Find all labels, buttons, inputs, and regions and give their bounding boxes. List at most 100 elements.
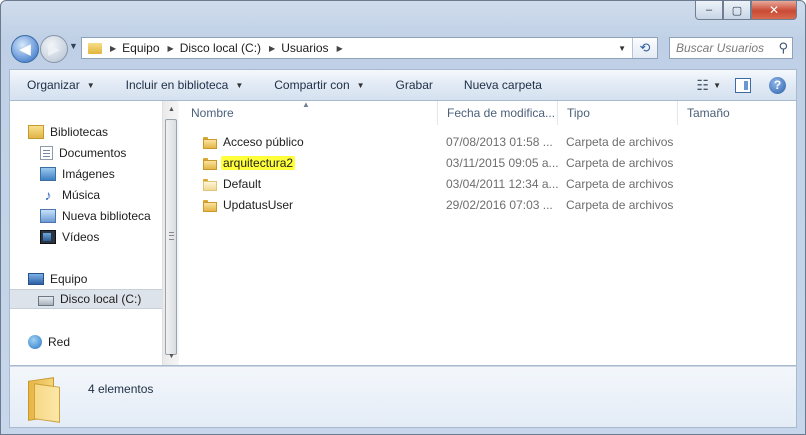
scroll-up-icon[interactable]: ▲ [163,101,180,118]
file-name: Default [223,177,262,191]
sidebar-item-label: Vídeos [62,230,100,244]
libraries-icon [28,125,44,139]
folder-icon [88,42,102,54]
table-row[interactable]: Default 03/04/2011 12:34 a... Carpeta de… [182,174,678,194]
view-options-dropdown[interactable]: ▼ [713,81,721,90]
search-input[interactable] [676,41,774,55]
sidebar-item-network[interactable]: Red [28,332,70,352]
sidebar-item-label: Disco local (C:) [60,292,142,306]
refresh-button[interactable]: ⟲ [632,38,657,58]
address-bar[interactable]: ▶ Equipo ▶ Disco local (C:) ▶ Usuarios ▶… [81,37,658,59]
view-options-icon[interactable]: ☷ [693,77,714,94]
include-library-button[interactable]: Incluir en biblioteca ▼ [109,78,258,92]
table-row[interactable]: Acceso público 07/08/2013 01:58 ... Carp… [182,132,678,152]
chevron-right-icon[interactable]: ▶ [337,44,343,53]
navigation-bar: ◀ ▶ ▼ ▶ Equipo ▶ Disco local (C:) ▶ Usua… [9,33,797,63]
sidebar-item-label: Equipo [50,272,88,286]
recent-pages-dropdown[interactable]: ▼ [69,41,78,51]
address-history-dropdown[interactable]: ▼ [612,44,632,53]
column-headers: ▲ Nombre Fecha de modifica... Tipo Tamañ… [182,100,796,125]
sidebar-item-new-library[interactable]: Nueva biblioteca [40,206,151,226]
back-button[interactable]: ◀ [11,35,39,63]
back-arrow-icon: ◀ [19,41,31,58]
file-name: Acceso público [223,135,304,149]
chevron-right-icon[interactable]: ▶ [168,44,174,53]
content-area: Bibliotecas Documentos Imágenes ♪ Música… [9,100,797,366]
drive-icon [38,296,54,306]
folder-icon [203,178,217,191]
table-row[interactable]: arquitectura2 03/11/2015 09:05 a... Carp… [182,153,678,173]
column-label: Tamaño [687,106,730,120]
folder-icon [203,136,217,149]
refresh-icon: ⟲ [639,40,651,55]
column-label: Fecha de modifica... [447,106,556,120]
close-button[interactable]: ✕ [751,1,797,20]
breadcrumb-computer[interactable]: Equipo [122,41,159,55]
new-folder-label: Nueva carpeta [463,78,542,92]
burn-label: Grabar [395,78,433,92]
sidebar-item-libraries[interactable]: Bibliotecas [28,122,108,142]
file-date: 03/11/2015 09:05 a... [446,156,558,170]
column-header-date[interactable]: Fecha de modifica... [438,101,558,125]
sidebar-item-label: Documentos [59,146,127,160]
scrollbar-thumb[interactable] [165,119,177,355]
new-folder-button[interactable]: Nueva carpeta [447,78,556,92]
file-name-cell: Default [182,177,438,191]
file-name: UpdatusUser [223,198,294,212]
file-type: Carpeta de archivos [566,156,674,170]
maximize-button[interactable]: ▢ [723,1,751,20]
search-icon[interactable]: ⚲ [778,40,788,56]
column-header-size[interactable]: Tamaño [678,101,758,125]
burn-button[interactable]: Grabar [379,78,447,92]
file-type: Carpeta de archivos [566,135,674,149]
toolbar-right: ☷ ▼ ? [693,76,796,94]
scroll-down-icon[interactable]: ▼ [163,348,180,365]
sidebar-item-computer[interactable]: Equipo [28,269,87,289]
preview-pane-icon[interactable] [735,77,751,93]
file-date: 03/04/2011 12:34 a... [446,177,558,191]
sidebar-item-label: Nueva biblioteca [62,209,151,223]
help-icon[interactable]: ? [769,76,786,94]
videos-icon [40,230,56,244]
share-label: Compartir con [274,78,350,92]
folder-icon [203,157,217,170]
chevron-right-icon[interactable]: ▶ [110,44,116,53]
forward-button[interactable]: ▶ [40,35,68,63]
sidebar-item-documents[interactable]: Documentos [40,143,126,163]
column-header-type[interactable]: Tipo [558,101,678,125]
navigation-pane: Bibliotecas Documentos Imágenes ♪ Música… [10,101,162,365]
sidebar-item-videos[interactable]: Vídeos [40,227,99,247]
pictures-icon [40,167,56,181]
explorer-window: – ▢ ✕ ◀ ▶ ▼ ▶ Equipo ▶ Disco local (C:) … [0,0,806,435]
sidebar-item-label: Imágenes [62,167,115,181]
chevron-down-icon: ▼ [235,80,244,90]
chevron-down-icon: ▼ [86,80,95,90]
file-date: 29/02/2016 07:03 ... [446,198,553,212]
column-header-name[interactable]: ▲ Nombre [182,100,438,125]
computer-icon [28,273,44,285]
sort-ascending-icon: ▲ [302,100,310,109]
sidebar-item-label: Red [48,335,71,349]
folder-icon [203,199,217,212]
minimize-button[interactable]: – [695,1,723,20]
address-controls: ▼ ⟲ [612,38,657,58]
organize-button[interactable]: Organizar ▼ [10,78,109,92]
breadcrumb-local-disk[interactable]: Disco local (C:) [180,41,261,55]
file-date: 07/08/2013 01:58 ... [446,135,553,149]
sidebar-item-label: Música [62,188,101,202]
sidebar-item-local-disk[interactable]: Disco local (C:) [10,289,162,309]
music-icon: ♪ [44,187,52,203]
share-button[interactable]: Compartir con ▼ [257,78,378,92]
breadcrumb-users[interactable]: Usuarios [281,41,328,55]
file-type: Carpeta de archivos [566,198,674,212]
search-box[interactable]: ⚲ [669,37,793,59]
chevron-down-icon: ▼ [356,80,365,90]
grip-icon [169,232,174,240]
table-row[interactable]: UpdatusUser 29/02/2016 07:03 ... Carpeta… [182,195,678,215]
organize-label: Organizar [27,78,80,92]
sidebar-item-pictures[interactable]: Imágenes [40,164,115,184]
sidebar-scrollbar[interactable]: ▲ ▼ [162,101,179,365]
sidebar-item-music[interactable]: ♪ Música [40,185,101,205]
file-name-cell: UpdatusUser [182,198,438,212]
chevron-right-icon[interactable]: ▶ [269,44,275,53]
